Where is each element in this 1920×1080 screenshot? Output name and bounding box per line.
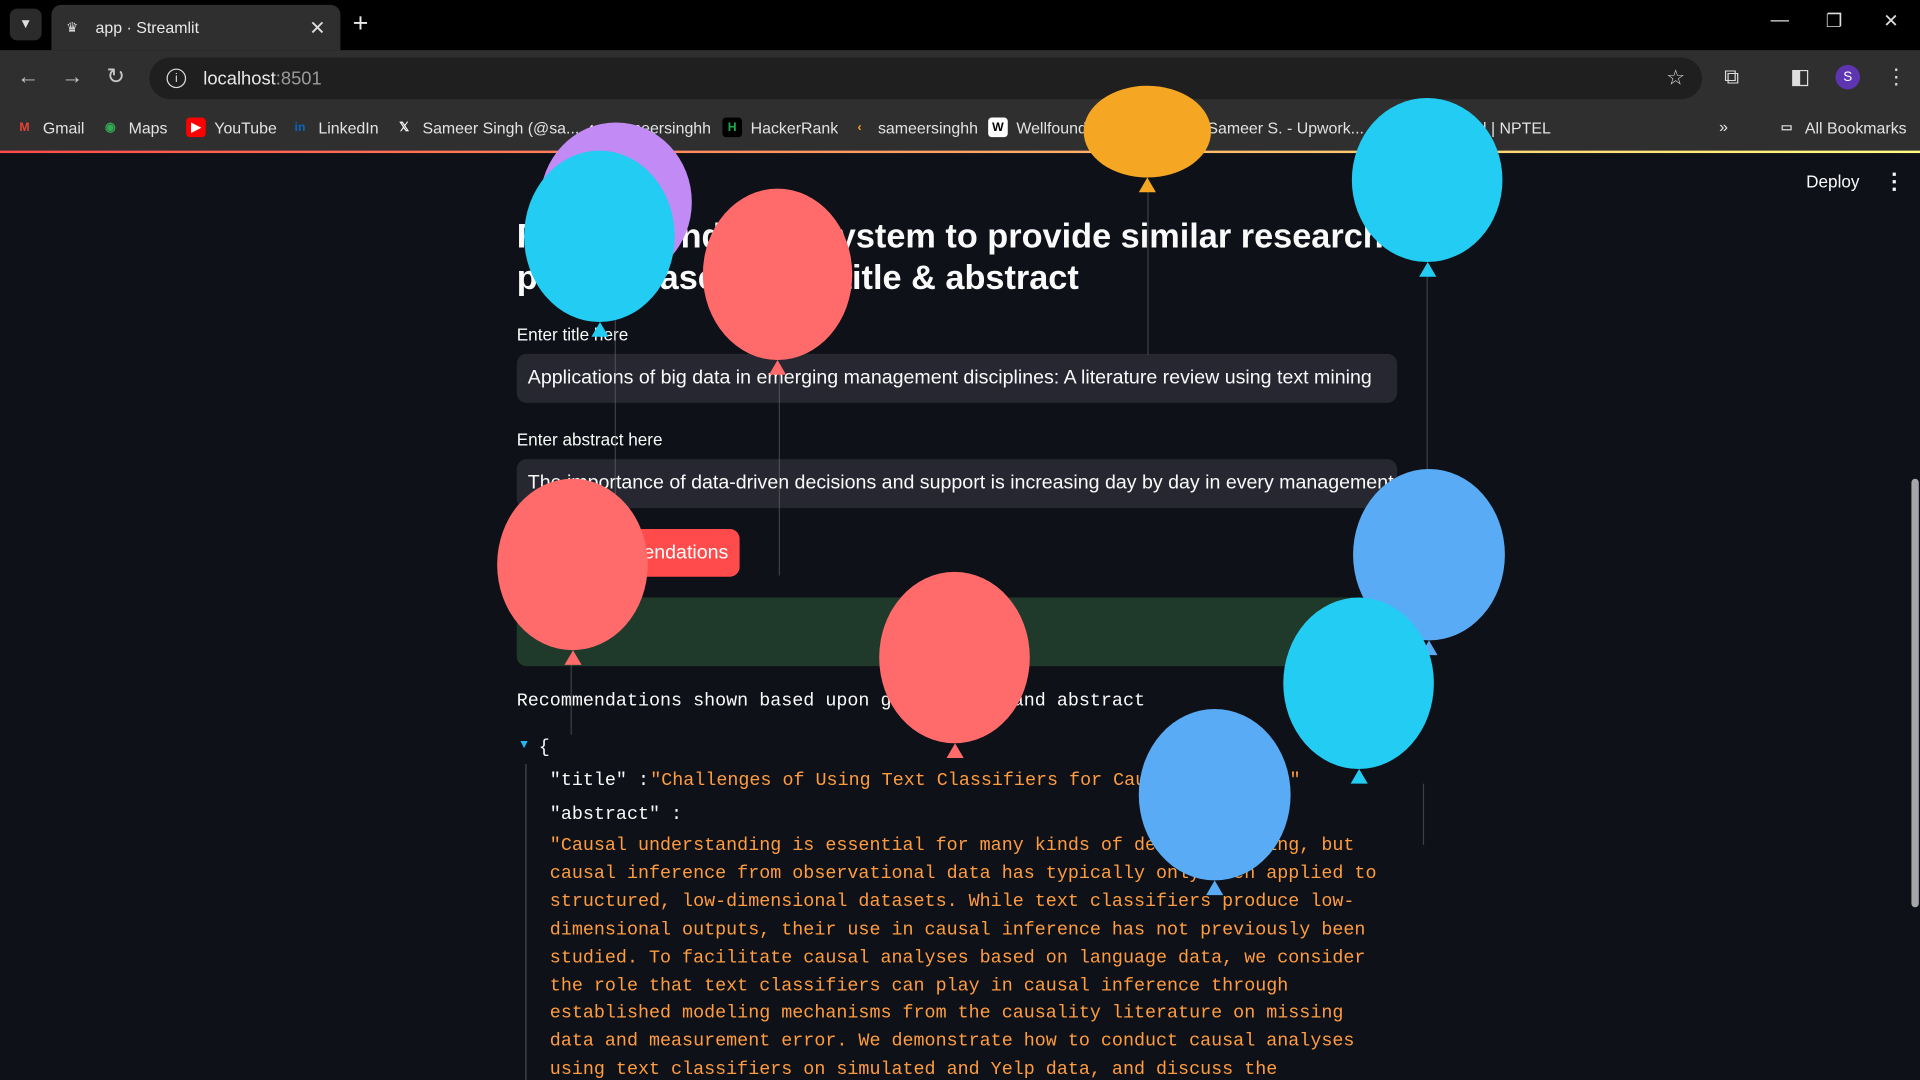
balloon-red bbox=[497, 478, 648, 665]
tab-strip: ▼ ♛ app · Streamlit ✕ + — ❐ ✕ bbox=[0, 0, 1920, 51]
bookmark-maps[interactable]: ◉ Maps bbox=[100, 118, 168, 138]
json-abstract-value: "Causal understanding is essential for m… bbox=[549, 835, 1377, 1080]
address-bar[interactable]: i localhost:8501 ☆ bbox=[149, 57, 1703, 100]
close-window-icon[interactable]: ✕ bbox=[1883, 10, 1898, 32]
json-collapse-toggle-icon[interactable]: ▼ bbox=[518, 738, 530, 751]
title-input[interactable]: Applications of big data in emerging man… bbox=[516, 353, 1398, 403]
avatar[interactable]: S bbox=[1835, 64, 1861, 90]
json-abstract-key: "abstract" : bbox=[549, 804, 683, 826]
linkedin-icon: in bbox=[294, 120, 306, 135]
bookmark-leetcode[interactable]: ‹ sameersinghh bbox=[850, 118, 978, 138]
hackerrank-icon: H bbox=[722, 117, 743, 138]
balloon-red bbox=[702, 188, 853, 375]
page-scrollbar[interactable] bbox=[1911, 478, 1919, 908]
close-tab-icon[interactable]: ✕ bbox=[309, 15, 325, 39]
chrome-menu-icon[interactable]: ⋮ bbox=[1886, 65, 1907, 89]
x-icon: 𝕏 bbox=[399, 120, 410, 135]
bookmark-star-icon[interactable]: ☆ bbox=[1666, 66, 1685, 90]
tab-title: app · Streamlit bbox=[95, 18, 200, 37]
folder-icon: ▭ bbox=[1780, 120, 1793, 135]
chevron-down-icon: ▼ bbox=[19, 17, 33, 32]
balloon-string bbox=[1426, 269, 1428, 478]
side-panel-icon[interactable]: ◧ bbox=[1790, 65, 1810, 89]
reload-icon[interactable]: ↻ bbox=[107, 64, 125, 90]
restore-icon[interactable]: ❐ bbox=[1826, 10, 1842, 32]
balloon-cyan bbox=[524, 150, 675, 337]
balloon-orange bbox=[1083, 85, 1212, 193]
streamlit-favicon-icon: ♛ bbox=[66, 20, 79, 36]
bookmark-linkedin[interactable]: in LinkedIn bbox=[290, 118, 379, 138]
deploy-button[interactable]: Deploy bbox=[1806, 171, 1859, 191]
abstract-input-label: Enter abstract here bbox=[516, 429, 663, 450]
all-bookmarks[interactable]: ▭ All Bookmarks bbox=[1777, 118, 1907, 138]
json-open-brace: { bbox=[538, 737, 550, 758]
back-icon[interactable]: ← bbox=[17, 64, 39, 90]
balloon-string bbox=[1147, 183, 1149, 356]
balloon-red bbox=[879, 571, 1030, 758]
minimize-icon[interactable]: — bbox=[1771, 10, 1789, 31]
title-input-label: Enter title here bbox=[516, 324, 629, 345]
youtube-icon: ▶ bbox=[186, 117, 206, 138]
bookmark-x[interactable]: 𝕏 Sameer Singh (@sa... bbox=[394, 118, 579, 138]
balloon-cyan bbox=[1283, 597, 1434, 784]
abstract-input[interactable]: The importance of data-driven decisions … bbox=[516, 459, 1398, 509]
tab-search-button[interactable]: ▼ bbox=[9, 8, 42, 41]
balloon-string bbox=[1422, 783, 1425, 845]
app-menu-icon[interactable]: ⋮ bbox=[1883, 169, 1905, 195]
bookmarks-bar: M Gmail ◉ Maps ▶ YouTube in LinkedIn 𝕏 Sameer… bbox=[0, 106, 1920, 151]
leetcode-icon: ‹ bbox=[857, 120, 862, 135]
results-caption: Recommendations shown based upon given t… bbox=[516, 690, 1146, 712]
forward-icon[interactable]: → bbox=[61, 64, 83, 90]
url-port: :8501 bbox=[275, 67, 322, 89]
bookmark-youtube[interactable]: ▶ YouTube bbox=[186, 117, 277, 138]
more-bookmarks-icon[interactable]: » bbox=[1719, 118, 1728, 136]
url-host: localhost bbox=[203, 67, 276, 89]
browser-toolbar: ← → ↻ i localhost:8501 ☆ ⧉ ◧ S ⋮ bbox=[0, 50, 1920, 107]
gmail-icon: M bbox=[19, 120, 30, 135]
balloon-string bbox=[570, 661, 572, 735]
maps-icon: ◉ bbox=[104, 120, 116, 135]
browser-tab[interactable]: ♛ app · Streamlit ✕ bbox=[51, 4, 341, 51]
extensions-icon[interactable]: ⧉ bbox=[1724, 65, 1739, 89]
streamlit-decoration-bar bbox=[0, 150, 1920, 154]
wellfound-icon: W bbox=[988, 117, 1008, 138]
site-info-icon[interactable]: i bbox=[166, 68, 187, 89]
balloon-string bbox=[778, 367, 781, 576]
json-indent-guide bbox=[525, 764, 527, 1080]
json-title-key: "title" : bbox=[549, 770, 649, 792]
bookmark-hackerrank[interactable]: H HackerRank bbox=[722, 117, 838, 138]
bookmark-gmail[interactable]: M Gmail bbox=[15, 118, 85, 138]
balloon-blue bbox=[1138, 708, 1291, 896]
balloon-cyan bbox=[1351, 97, 1503, 277]
new-tab-button[interactable]: + bbox=[353, 9, 369, 37]
